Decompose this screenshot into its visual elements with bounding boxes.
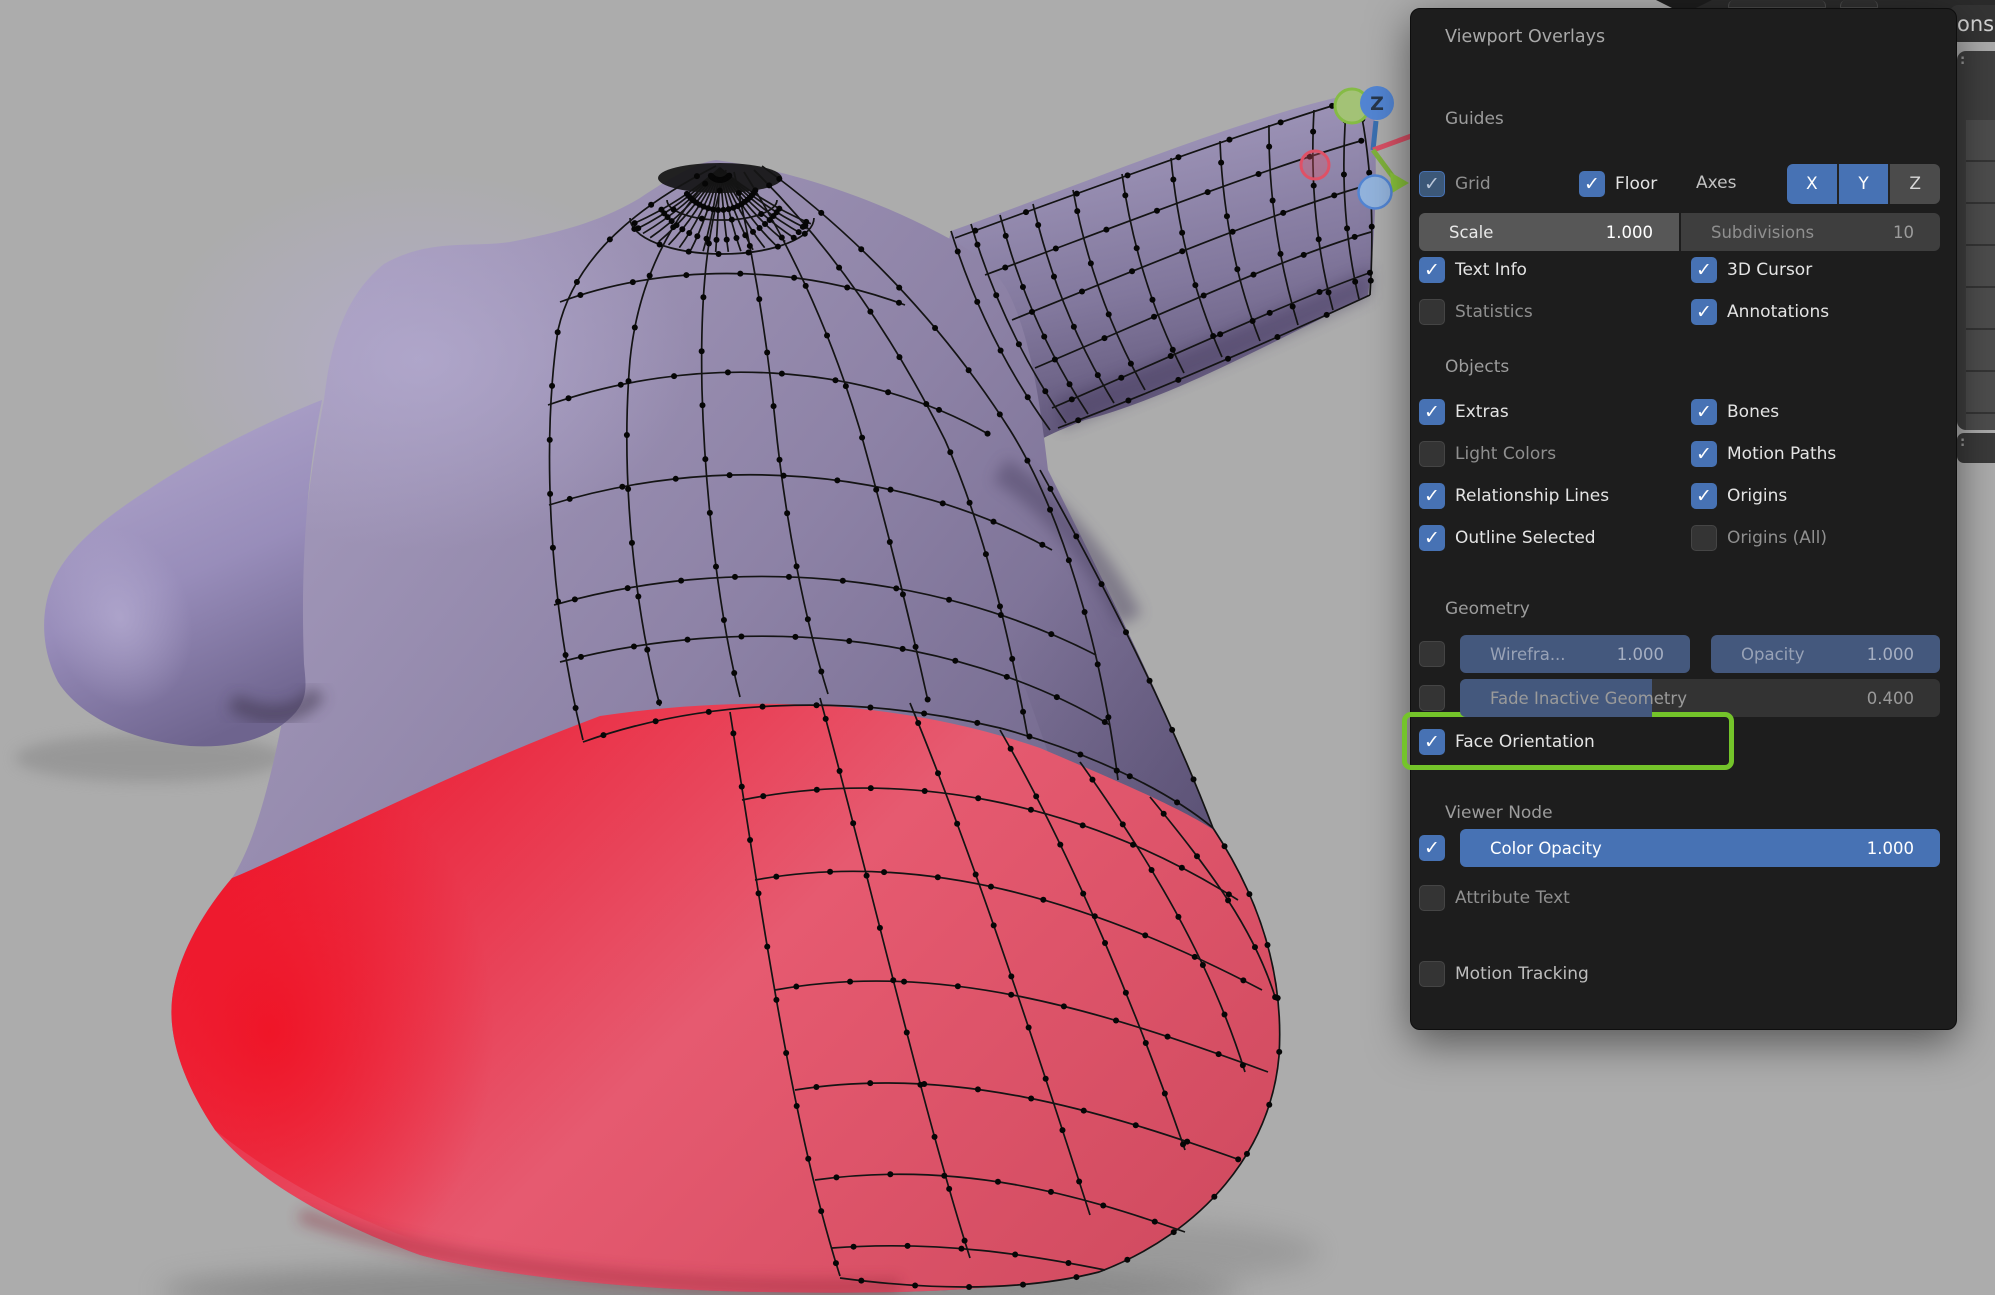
extras-checkbox-icon[interactable]: ✓ xyxy=(1419,399,1445,425)
checkbox-origins[interactable]: ✓ Origins xyxy=(1691,483,1787,509)
checkbox-relationship-lines[interactable]: ✓ Relationship Lines xyxy=(1419,483,1609,509)
origins-all-checkbox-icon[interactable]: ✓ xyxy=(1691,525,1717,551)
grid-subdivisions-slider[interactable]: Subdivisions 10 xyxy=(1681,213,1940,251)
gizmo-y-arrow xyxy=(1390,172,1409,193)
fade-inactive-checkbox-icon[interactable]: ✓ xyxy=(1419,685,1445,711)
statistics-checkbox-icon[interactable]: ✓ xyxy=(1419,299,1445,325)
3d-cursor-checkbox-icon[interactable]: ✓ xyxy=(1691,257,1717,283)
wireframe-checkbox-icon[interactable]: ✓ xyxy=(1419,641,1445,667)
wireframe-threshold-slider[interactable]: Wirefra... 1.000 xyxy=(1460,635,1690,673)
gizmo-z-label: Z xyxy=(1370,93,1384,115)
drag-dots-icon: : xyxy=(1960,57,1965,65)
section-objects: Objects xyxy=(1445,357,1509,377)
options-tab-label: ons xyxy=(1957,12,1994,36)
sidebar-tab-fragment[interactable]: : xyxy=(1957,433,1995,463)
checkbox-extras[interactable]: ✓ Extras xyxy=(1419,399,1509,425)
outline-selected-checkbox-icon[interactable]: ✓ xyxy=(1419,525,1445,551)
checkbox-annotations[interactable]: ✓ Annotations xyxy=(1691,299,1829,325)
axis-y-toggle[interactable]: Y xyxy=(1837,164,1889,204)
color-opacity-slider[interactable]: Color Opacity 1.000 xyxy=(1460,829,1940,867)
section-viewer-node: Viewer Node xyxy=(1445,803,1553,823)
motion-tracking-checkbox-icon[interactable]: ✓ xyxy=(1419,961,1445,987)
checkbox-statistics[interactable]: ✓ Statistics xyxy=(1419,299,1533,325)
color-opacity-checkbox-icon[interactable]: ✓ xyxy=(1419,835,1445,861)
header-button-fragment[interactable] xyxy=(1728,0,1826,8)
wireframe-opacity-slider[interactable]: Opacity 1.000 xyxy=(1711,635,1940,673)
checkbox-wireframe[interactable]: ✓ xyxy=(1419,641,1445,667)
face-orientation-highlight-annotation xyxy=(1402,712,1734,770)
checkbox-color-opacity[interactable]: ✓ xyxy=(1419,835,1445,861)
viewport-overlays-popover: Viewport Overlays Guides ✓ Grid ✓ Floor … xyxy=(1410,8,1957,1030)
relationship-lines-checkbox-icon[interactable]: ✓ xyxy=(1419,483,1445,509)
popover-title: Viewport Overlays xyxy=(1445,27,1605,47)
checkbox-origins-all[interactable]: ✓ Origins (All) xyxy=(1691,525,1827,551)
header-button-fragment[interactable] xyxy=(1840,0,1878,8)
section-geometry: Geometry xyxy=(1445,599,1530,619)
gizmo-axis-red-neg[interactable] xyxy=(1301,151,1329,179)
checkbox-text-info[interactable]: ✓ Text Info xyxy=(1419,257,1527,283)
text-info-checkbox-icon[interactable]: ✓ xyxy=(1419,257,1445,283)
grid-scale-slider[interactable]: Scale 1.000 xyxy=(1419,213,1679,251)
axis-x-toggle[interactable]: X xyxy=(1787,164,1837,204)
mesh-object xyxy=(25,93,1376,1293)
checkbox-grid[interactable]: ✓ Grid xyxy=(1419,171,1491,197)
grid-checkbox-icon[interactable]: ✓ xyxy=(1419,171,1445,197)
checkbox-fade-inactive[interactable]: ✓ xyxy=(1419,685,1445,711)
motion-paths-checkbox-icon[interactable]: ✓ xyxy=(1691,441,1717,467)
floor-checkbox-icon[interactable]: ✓ xyxy=(1579,171,1605,197)
checkbox-floor[interactable]: ✓ Floor xyxy=(1579,171,1657,197)
checkbox-attribute-text[interactable]: ✓ Attribute Text xyxy=(1419,885,1570,911)
checkbox-3d-cursor[interactable]: ✓ 3D Cursor xyxy=(1691,257,1812,283)
gizmo-axis-blue-neg[interactable] xyxy=(1359,176,1392,209)
light-colors-checkbox-icon[interactable]: ✓ xyxy=(1419,441,1445,467)
drag-dots-icon: : xyxy=(1960,439,1965,447)
checkbox-motion-paths[interactable]: ✓ Motion Paths xyxy=(1691,441,1836,467)
sidebar-fragment[interactable]: : xyxy=(1957,51,1995,430)
checkbox-light-colors[interactable]: ✓ Light Colors xyxy=(1419,441,1556,467)
bones-checkbox-icon[interactable]: ✓ xyxy=(1691,399,1717,425)
section-guides: Guides xyxy=(1445,109,1504,129)
checkbox-outline-selected[interactable]: ✓ Outline Selected xyxy=(1419,525,1596,551)
origins-checkbox-icon[interactable]: ✓ xyxy=(1691,483,1717,509)
axes-label: Axes xyxy=(1696,173,1736,193)
blender-viewport: Z ons : : Viewport Overlays Guides ✓ Gri… xyxy=(0,0,1995,1295)
annotations-checkbox-icon[interactable]: ✓ xyxy=(1691,299,1717,325)
axes-toggle-group: X Y Z xyxy=(1787,164,1940,204)
checkbox-motion-tracking[interactable]: ✓ Motion Tracking xyxy=(1419,961,1589,987)
axis-z-toggle[interactable]: Z xyxy=(1888,164,1940,204)
checkbox-bones[interactable]: ✓ Bones xyxy=(1691,399,1779,425)
attribute-text-checkbox-icon[interactable]: ✓ xyxy=(1419,885,1445,911)
